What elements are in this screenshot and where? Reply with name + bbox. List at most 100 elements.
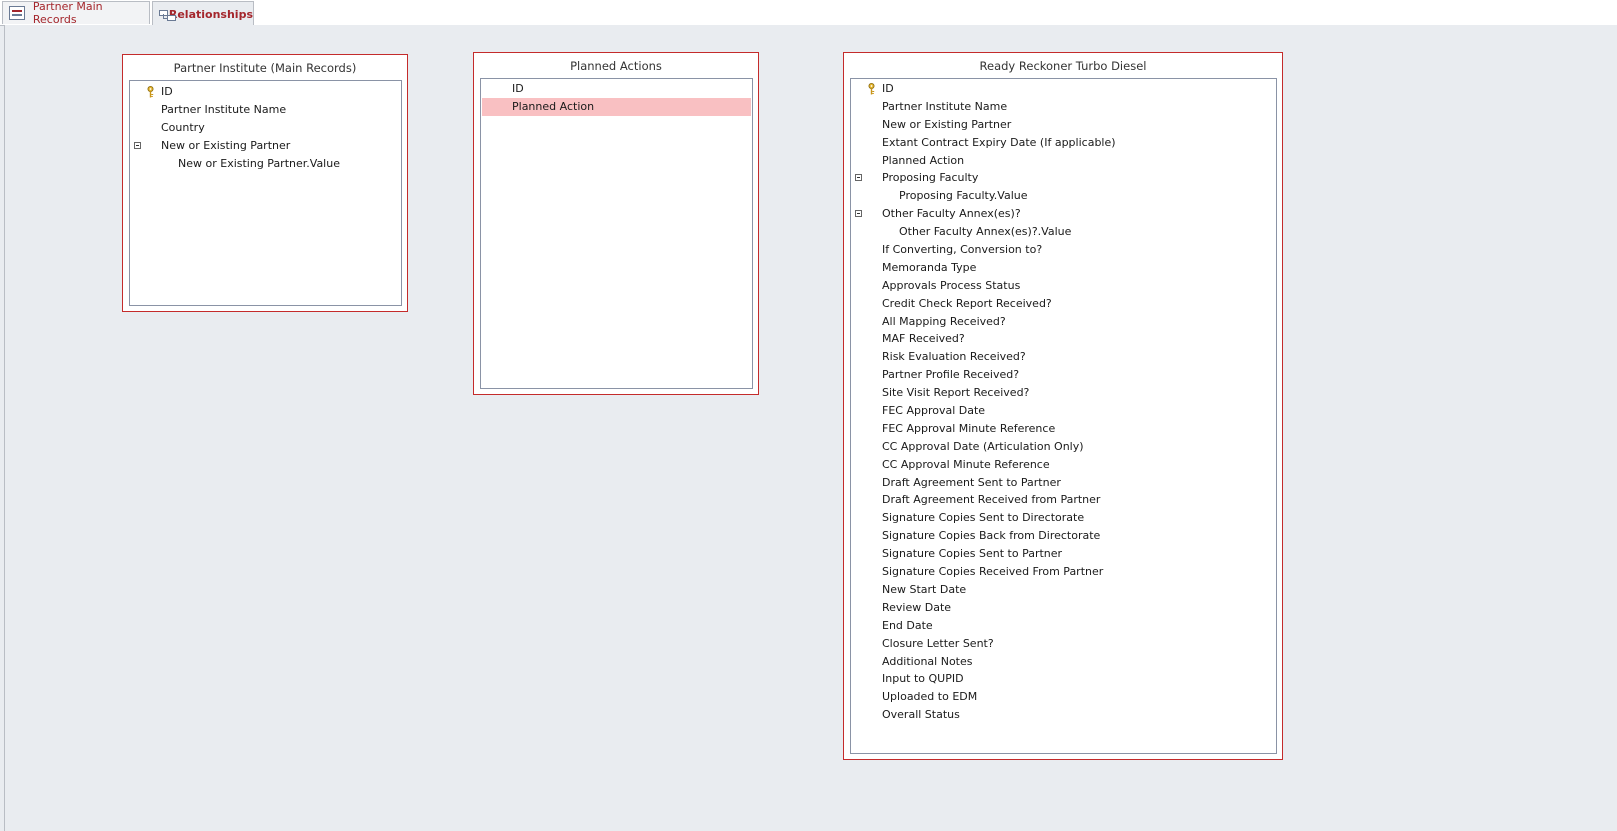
- field-draft-agreement-received[interactable]: Draft Agreement Received from Partner: [851, 491, 1276, 509]
- table-window-partner-institute[interactable]: Partner Institute (Main Records) ID Part…: [122, 54, 408, 312]
- field-label: Signature Copies Back from Directorate: [882, 529, 1101, 543]
- field-label: ID: [161, 85, 173, 98]
- field-extant-contract-expiry-date[interactable]: Extant Contract Expiry Date (If applicab…: [851, 134, 1276, 152]
- field-label: New Start Date: [882, 582, 967, 596]
- field-overall-status[interactable]: Overall Status: [851, 706, 1276, 724]
- field-partner-institute-name[interactable]: Partner Institute Name: [851, 98, 1276, 116]
- primary-key-icon: [147, 86, 154, 98]
- field-label: FEC Approval Minute Reference: [882, 421, 1056, 435]
- field-signature-copies-sent-partner[interactable]: Signature Copies Sent to Partner: [851, 545, 1276, 563]
- collapse-icon[interactable]: [855, 210, 862, 218]
- field-cc-approval-minute-reference[interactable]: CC Approval Minute Reference: [851, 456, 1276, 474]
- field-label: Country: [161, 120, 205, 134]
- field-additional-notes[interactable]: Additional Notes: [851, 653, 1276, 671]
- field-other-faculty-annexes-value[interactable]: Other Faculty Annex(es)?.Value: [851, 223, 1276, 241]
- field-other-faculty-annexes[interactable]: Other Faculty Annex(es)?: [851, 205, 1276, 223]
- field-label: All Mapping Received?: [882, 314, 1006, 328]
- field-label: Overall Status: [882, 708, 960, 722]
- field-id[interactable]: ID: [130, 83, 401, 101]
- table-window-ready-reckoner[interactable]: Ready Reckoner Turbo Diesel ID Partner I…: [843, 52, 1283, 760]
- field-input-to-qupid[interactable]: Input to QUPID: [851, 670, 1276, 688]
- field-label: Draft Agreement Sent to Partner: [882, 475, 1061, 489]
- table-window-planned-actions[interactable]: Planned Actions ID Planned Action: [473, 52, 759, 395]
- field-label: ID: [882, 82, 894, 95]
- field-partner-profile-received[interactable]: Partner Profile Received?: [851, 366, 1276, 384]
- field-fec-approval-minute-reference[interactable]: FEC Approval Minute Reference: [851, 420, 1276, 438]
- field-country[interactable]: Country: [130, 119, 401, 137]
- table-title[interactable]: Planned Actions: [474, 53, 758, 77]
- field-label: New or Existing Partner: [882, 117, 1012, 131]
- field-label: Partner Profile Received?: [882, 368, 1020, 382]
- field-label: Approvals Process Status: [882, 278, 1021, 292]
- field-label: ID: [512, 82, 524, 95]
- field-label: Proposing Faculty.Value: [899, 189, 1028, 203]
- field-label: Risk Evaluation Received?: [882, 350, 1026, 364]
- collapse-icon[interactable]: [134, 141, 141, 149]
- tab-label: Partner Main Records: [32, 0, 103, 26]
- field-label: End Date: [882, 618, 933, 632]
- field-if-converting[interactable]: If Converting, Conversion to?: [851, 241, 1276, 259]
- field-label: Extant Contract Expiry Date (If applicab…: [882, 135, 1116, 149]
- field-label: Credit Check Report Received?: [882, 296, 1052, 310]
- field-planned-action[interactable]: Planned Action: [851, 152, 1276, 170]
- field-review-date[interactable]: Review Date: [851, 599, 1276, 617]
- field-label: Review Date: [882, 600, 952, 614]
- field-label: Input to QUPID: [882, 672, 964, 686]
- field-new-or-existing-partner-value[interactable]: New or Existing Partner.Value: [130, 155, 401, 173]
- field-signature-copies-back-directorate[interactable]: Signature Copies Back from Directorate: [851, 527, 1276, 545]
- field-label: CC Approval Date (Articulation Only): [882, 439, 1084, 453]
- table-title[interactable]: Ready Reckoner Turbo Diesel: [844, 53, 1282, 77]
- field-approvals-process-status[interactable]: Approvals Process Status: [851, 277, 1276, 295]
- field-list[interactable]: ID Partner Institute Name New or Existin…: [850, 78, 1277, 754]
- field-label: Planned Action: [882, 153, 965, 167]
- field-label: CC Approval Minute Reference: [882, 457, 1050, 471]
- field-fec-approval-date[interactable]: FEC Approval Date: [851, 402, 1276, 420]
- field-label: MAF Received?: [882, 332, 965, 346]
- tab-relationships[interactable]: Relationships: [152, 1, 254, 26]
- field-credit-check-report[interactable]: Credit Check Report Received?: [851, 295, 1276, 313]
- field-id[interactable]: ID: [481, 80, 752, 98]
- field-label: Uploaded to EDM: [882, 690, 978, 704]
- field-label: Other Faculty Annex(es)?: [882, 207, 1021, 221]
- field-label: Signature Copies Sent to Directorate: [882, 511, 1085, 525]
- field-memoranda-type[interactable]: Memoranda Type: [851, 259, 1276, 277]
- collapse-icon[interactable]: [855, 174, 862, 182]
- field-id[interactable]: ID: [851, 80, 1276, 98]
- field-cc-approval-date[interactable]: CC Approval Date (Articulation Only): [851, 438, 1276, 456]
- field-maf-received[interactable]: MAF Received?: [851, 330, 1276, 348]
- field-partner-institute-name[interactable]: Partner Institute Name: [130, 101, 401, 119]
- field-new-or-existing-partner[interactable]: New or Existing Partner: [851, 116, 1276, 134]
- tab-partner-main-records[interactable]: Partner Main Records: [2, 0, 150, 26]
- relationships-canvas[interactable]: Partner Institute (Main Records) ID Part…: [4, 25, 1617, 831]
- field-planned-action[interactable]: Planned Action: [482, 97, 751, 116]
- field-risk-evaluation-received[interactable]: Risk Evaluation Received?: [851, 348, 1276, 366]
- field-proposing-faculty-value[interactable]: Proposing Faculty.Value: [851, 187, 1276, 205]
- primary-key-icon: [868, 83, 875, 95]
- field-label: Planned Action: [512, 99, 595, 113]
- field-all-mapping-received[interactable]: All Mapping Received?: [851, 313, 1276, 331]
- field-signature-copies-sent-directorate[interactable]: Signature Copies Sent to Directorate: [851, 509, 1276, 527]
- field-label: Signature Copies Received From Partner: [882, 565, 1104, 579]
- field-label: Additional Notes: [882, 654, 973, 668]
- field-end-date[interactable]: End Date: [851, 617, 1276, 635]
- field-list[interactable]: ID Partner Institute Name Country New or…: [129, 80, 402, 306]
- field-draft-agreement-sent[interactable]: Draft Agreement Sent to Partner: [851, 474, 1276, 492]
- field-uploaded-to-edm[interactable]: Uploaded to EDM: [851, 688, 1276, 706]
- table-title[interactable]: Partner Institute (Main Records): [123, 55, 407, 79]
- field-label: Proposing Faculty: [882, 171, 979, 185]
- form-icon: [9, 6, 25, 20]
- field-new-start-date[interactable]: New Start Date: [851, 581, 1276, 599]
- field-signature-copies-received-partner[interactable]: Signature Copies Received From Partner: [851, 563, 1276, 581]
- field-list[interactable]: ID Planned Action: [480, 78, 753, 389]
- tab-label: Relationships: [168, 7, 253, 21]
- field-label: Partner Institute Name: [161, 102, 287, 116]
- field-new-or-existing-partner[interactable]: New or Existing Partner: [130, 137, 401, 155]
- field-proposing-faculty[interactable]: Proposing Faculty: [851, 169, 1276, 187]
- field-label: If Converting, Conversion to?: [882, 243, 1043, 257]
- field-site-visit-report-received[interactable]: Site Visit Report Received?: [851, 384, 1276, 402]
- field-label: Memoranda Type: [882, 260, 977, 274]
- field-label: Draft Agreement Received from Partner: [882, 493, 1101, 507]
- field-label: FEC Approval Date: [882, 404, 986, 418]
- field-label: Partner Institute Name: [882, 99, 1008, 113]
- field-closure-letter-sent[interactable]: Closure Letter Sent?: [851, 635, 1276, 653]
